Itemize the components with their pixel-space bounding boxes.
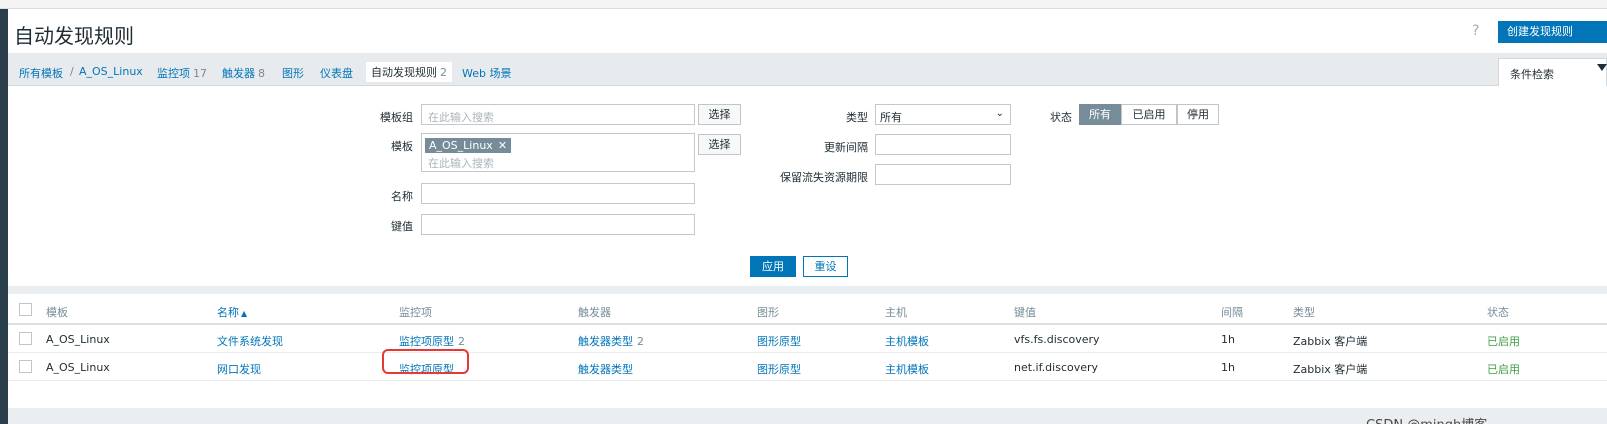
status-option-all[interactable]: 所有 xyxy=(1079,104,1121,125)
type-select[interactable]: 所有 ⌄ xyxy=(875,104,1011,125)
template-label: 模板 xyxy=(391,140,413,153)
row-graph-prototypes-link[interactable]: 图形原型 xyxy=(757,333,801,349)
row-template: A_OS_Linux xyxy=(46,361,110,374)
row-interval: 1h xyxy=(1221,333,1235,346)
tab-triggers-label: 触发器 xyxy=(222,67,255,80)
row-status-toggle[interactable]: 已启用 xyxy=(1487,361,1520,377)
update-interval-label: 更新间隔 xyxy=(824,141,868,154)
row-interval: 1h xyxy=(1221,361,1235,374)
update-interval-input[interactable] xyxy=(875,134,1011,155)
tab-discovery-count: 2 xyxy=(440,66,447,79)
tab-items-label: 监控项 xyxy=(157,67,190,80)
row-status-toggle[interactable]: 已启用 xyxy=(1487,333,1520,349)
table-header: 模板 名称 ▲ 监控项 触发器 图形 主机 键值 间隔 类型 状态 xyxy=(8,294,1607,325)
col-status[interactable]: 状态 xyxy=(1487,304,1509,320)
col-hosts: 主机 xyxy=(885,306,907,319)
template-select-button[interactable]: 选择 xyxy=(698,134,741,155)
row-items-count: 2 xyxy=(458,335,465,348)
row-name-link[interactable]: 文件系统发现 xyxy=(217,333,283,349)
tab-dashboards[interactable]: 仪表盘 xyxy=(320,65,353,81)
reset-button[interactable]: 重设 xyxy=(803,256,848,277)
status-option-disabled[interactable]: 停用 xyxy=(1177,104,1219,125)
row-items-label: 监控项原型 xyxy=(399,335,454,348)
help-icon[interactable]: ? xyxy=(1472,23,1479,39)
side-nav-edge xyxy=(0,9,8,424)
page-header: 自动发现规则 ? 创建发现规则 xyxy=(8,9,1607,53)
chevron-down-icon: ⌄ xyxy=(995,108,1004,119)
name-input[interactable] xyxy=(421,183,695,204)
watermark-credit: CSDN @mingh博客 xyxy=(1366,414,1487,424)
template-group-placeholder: 在此输入搜索 xyxy=(428,111,494,124)
filter-tab-label: 条件检索 xyxy=(1510,68,1554,81)
row-type: Zabbix 客户端 xyxy=(1293,335,1368,348)
template-chip-label: A_OS_Linux xyxy=(429,139,493,152)
apply-button[interactable]: 应用 xyxy=(750,256,796,277)
filter-panel: 模板组 在此输入搜索 选择 模板 A_OS_Linux ✕ 在此输入搜索 选择 名… xyxy=(8,86,1607,286)
col-template[interactable]: 模板 xyxy=(46,304,68,320)
tab-triggers-count: 8 xyxy=(258,67,265,80)
row-key: vfs.fs.discovery xyxy=(1014,333,1100,346)
type-label: 类型 xyxy=(846,111,868,124)
row-host-prototypes-link[interactable]: 主机模板 xyxy=(885,361,929,377)
row-item-prototypes-link[interactable]: 监控项原型 2 xyxy=(399,333,465,349)
row-checkbox[interactable] xyxy=(19,332,32,345)
filter-tab[interactable]: 条件检索 xyxy=(1498,58,1607,86)
table-row: A_OS_Linux 网口发现 监控项原型 触发器类型 图形原型 主机模板 ne… xyxy=(8,353,1607,381)
col-key[interactable]: 键值 xyxy=(1014,304,1036,320)
type-select-value: 所有 xyxy=(880,111,902,124)
browser-top-strip xyxy=(0,0,1607,9)
annotation-highlight-box xyxy=(382,349,469,374)
row-key: net.if.discovery xyxy=(1014,361,1099,374)
row-trigger-prototypes-link[interactable]: 触发器类型 xyxy=(578,361,633,377)
template-group-input[interactable]: 在此输入搜索 xyxy=(421,104,695,125)
row-name-link[interactable]: 网口发现 xyxy=(217,361,261,377)
breadcrumb: 所有模板 / A_OS_Linux 监控项 17 触发器 8 图形 仪表盘 自动发现… xyxy=(8,53,1607,86)
col-items: 监控项 xyxy=(399,306,432,319)
row-trigger-prototypes-link[interactable]: 触发器类型 2 xyxy=(578,333,644,349)
breadcrumb-template[interactable]: A_OS_Linux xyxy=(79,65,143,78)
tab-triggers[interactable]: 触发器 8 xyxy=(222,65,265,81)
col-type[interactable]: 类型 xyxy=(1293,304,1315,320)
template-multiselect[interactable]: A_OS_Linux ✕ 在此输入搜索 xyxy=(421,133,695,172)
page-title: 自动发现规则 xyxy=(14,24,134,48)
breadcrumb-all-templates[interactable]: 所有模板 xyxy=(19,65,63,81)
row-host-prototypes-link[interactable]: 主机模板 xyxy=(885,333,929,349)
row-checkbox[interactable] xyxy=(19,360,32,373)
row-triggers-count: 2 xyxy=(637,335,644,348)
tab-web-scenarios[interactable]: Web 场景 xyxy=(462,65,511,81)
template-placeholder: 在此输入搜索 xyxy=(428,157,494,170)
discovery-rules-table: 模板 名称 ▲ 监控项 触发器 图形 主机 键值 间隔 类型 状态 A_OS_Li… xyxy=(8,294,1607,424)
chip-remove-icon[interactable]: ✕ xyxy=(498,139,507,152)
template-group-label: 模板组 xyxy=(380,111,413,124)
select-all-checkbox[interactable] xyxy=(19,303,32,316)
tab-discovery-label: 自动发现规则 xyxy=(371,66,437,79)
status-option-enabled[interactable]: 已启用 xyxy=(1121,104,1177,125)
tab-discovery-rules[interactable]: 自动发现规则 2 xyxy=(366,62,452,82)
key-input[interactable] xyxy=(421,214,695,235)
keep-lost-resources-input[interactable] xyxy=(875,164,1011,185)
col-triggers: 触发器 xyxy=(578,306,611,319)
tab-items-count: 17 xyxy=(193,67,207,80)
template-chip[interactable]: A_OS_Linux ✕ xyxy=(425,138,512,153)
col-name-label: 名称 xyxy=(217,306,239,319)
row-triggers-label: 触发器类型 xyxy=(578,335,633,348)
col-interval[interactable]: 间隔 xyxy=(1221,304,1243,320)
key-label: 键值 xyxy=(391,220,413,233)
breadcrumb-separator: / xyxy=(70,65,74,78)
col-name[interactable]: 名称 ▲ xyxy=(217,304,247,320)
row-graph-prototypes-link[interactable]: 图形原型 xyxy=(757,361,801,377)
tab-items[interactable]: 监控项 17 xyxy=(157,65,207,81)
table-row: A_OS_Linux 文件系统发现 监控项原型 2 触发器类型 2 图形原型 主机模… xyxy=(8,325,1607,353)
template-group-select-button[interactable]: 选择 xyxy=(698,104,741,125)
status-label: 状态 xyxy=(1050,111,1072,124)
col-graphs: 图形 xyxy=(757,306,779,319)
row-template: A_OS_Linux xyxy=(46,333,110,346)
tab-graphs[interactable]: 图形 xyxy=(282,65,304,81)
sort-asc-icon: ▲ xyxy=(241,309,248,318)
keep-lost-resources-label: 保留流失资源期限 xyxy=(780,171,868,184)
create-discovery-rule-button[interactable]: 创建发现规则 xyxy=(1498,21,1607,43)
name-label: 名称 xyxy=(391,190,413,203)
row-type: Zabbix 客户端 xyxy=(1293,363,1368,376)
filter-icon[interactable] xyxy=(1597,64,1607,71)
